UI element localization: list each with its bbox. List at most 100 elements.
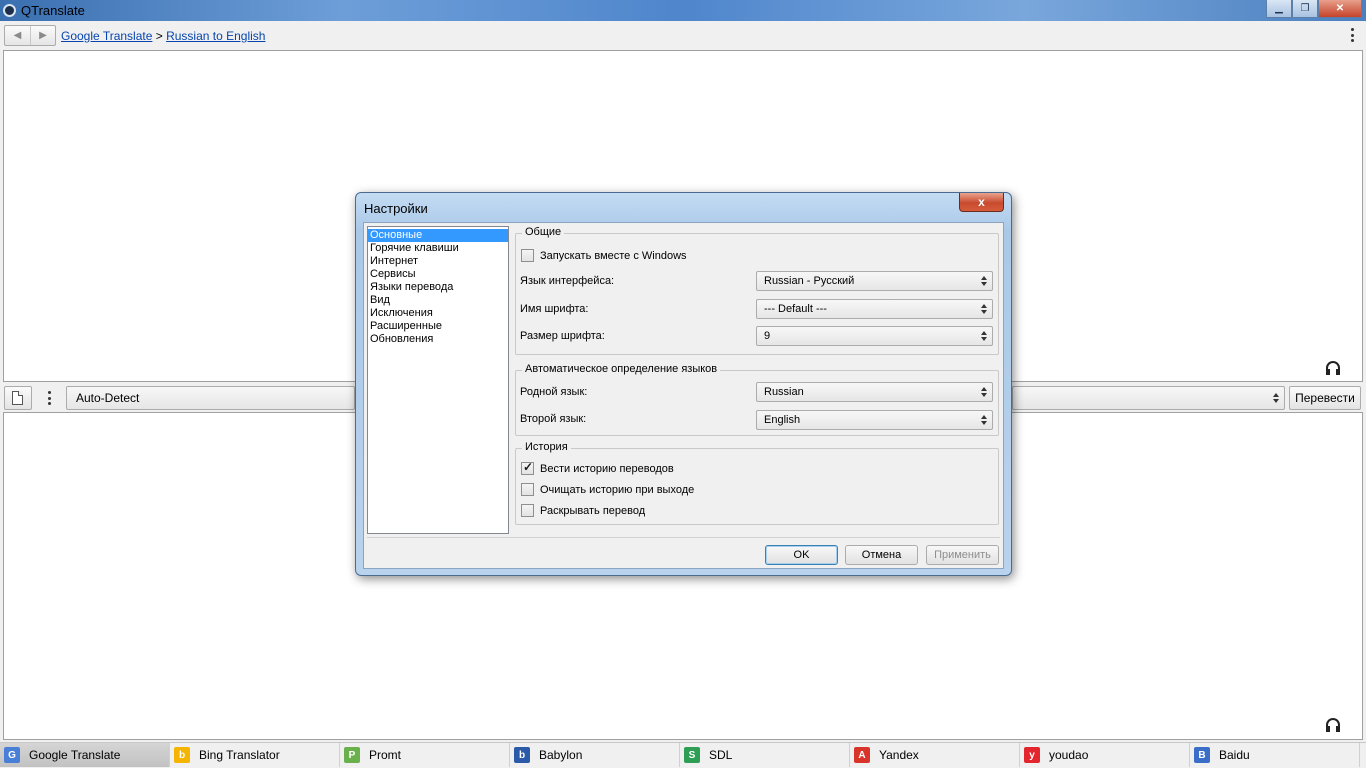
breadcrumb-separator: > [155,29,163,43]
translate-button[interactable]: Перевести [1289,386,1361,410]
clear-history-option[interactable]: Очищать историю при выходе [521,483,694,496]
font-size-select[interactable]: 9 [756,326,993,346]
window-title: QTranslate [21,3,85,18]
service-tab[interactable]: b Bing Translator [170,743,340,767]
new-document-button[interactable] [4,386,32,410]
settings-category-item[interactable]: Интернет [368,255,508,268]
expand-translation-option[interactable]: Раскрывать перевод [521,504,645,517]
native-language-value: Russian [764,386,804,398]
service-tab[interactable]: A Yandex [850,743,1020,767]
target-language-select[interactable] [1012,386,1285,410]
bing-icon: b [174,747,190,763]
autostart-checkbox[interactable] [521,249,534,262]
font-name-select[interactable]: --- Default --- [756,299,993,319]
service-tab-label: Yandex [879,748,919,762]
dot-icon [47,402,51,405]
service-tab-label: Promt [369,748,402,762]
source-language-select[interactable]: Auto-Detect [66,386,355,410]
youdao-icon: y [1024,747,1040,763]
breadcrumb: Google Translate > Russian to English [61,29,265,43]
service-tab-label: Babylon [539,748,583,762]
options-menu-button[interactable] [44,390,54,406]
service-tab[interactable]: P Promt [340,743,510,767]
apply-button[interactable]: Применить [926,545,999,565]
settings-category-item[interactable]: Сервисы [368,268,508,281]
settings-category-item[interactable]: Горячие клавиши [368,242,508,255]
keep-history-option[interactable]: Вести историю переводов [521,460,674,475]
font-size-value: 9 [764,330,771,342]
navigation-bar: ◀ ▶ Google Translate > Russian to Englis… [0,21,1366,49]
spin-arrows-icon [981,331,987,341]
back-button[interactable]: ◀ [5,26,30,45]
forward-button[interactable]: ▶ [30,26,55,45]
dot-icon [47,396,51,400]
breadcrumb-service-link[interactable]: Google Translate [61,29,152,43]
autodetect-legend: Автоматическое определение языков [522,363,721,375]
service-tab-label: Bing Translator [199,748,280,762]
headphones-icon[interactable] [1326,718,1340,732]
service-tab-label: Baidu [1219,748,1250,762]
autostart-option[interactable]: Запускать вместе с Windows [521,249,687,262]
native-language-select[interactable]: Russian [756,382,993,402]
minimize-button[interactable]: ▁ [1266,0,1292,18]
settings-category-item[interactable]: Языки перевода [368,281,508,294]
window-controls: ▁ ❐ ✕ [1266,0,1362,18]
service-tab-label: youdao [1049,748,1089,762]
yandex-icon: A [854,747,870,763]
headphones-icon[interactable] [1326,361,1340,375]
settings-category-item[interactable]: Вид [368,294,508,307]
service-tab[interactable]: y youdao [1020,743,1190,767]
service-tab[interactable]: b Babylon [510,743,680,767]
breadcrumb-direction-link[interactable]: Russian to English [166,29,265,43]
history-group: История Вести историю переводов Очищать … [515,441,999,525]
expand-translation-checkbox[interactable] [521,504,534,517]
second-language-label: Второй язык: [520,413,587,425]
ok-button[interactable]: OK [765,545,838,565]
spin-arrows-icon [981,387,987,397]
history-nav: ◀ ▶ [4,25,56,46]
clear-history-label: Очищать историю при выходе [540,483,695,496]
service-tab[interactable]: S SDL [680,743,850,767]
spin-arrows-icon [981,304,987,314]
title-bar: QTranslate ▁ ❐ ✕ [0,0,1366,21]
second-language-value: English [764,414,801,426]
font-size-label: Размер шрифта: [520,330,605,342]
dialog-body: Основные Горячие клавиши Интернет Сервисы Яз… [363,222,1004,569]
dialog-close-button[interactable]: x [959,193,1004,212]
main-menu-button[interactable] [1347,27,1357,43]
arrow-left-icon: ◀ [13,30,22,41]
services-bar: G Google Translate b Bing Translator P Promt b… [0,742,1366,768]
window-close-button[interactable]: ✕ [1318,0,1362,18]
settings-category-item[interactable]: Исключения [368,307,508,320]
autodetect-group: Автоматическое определение языков Родной… [515,363,999,436]
font-name-value: --- Default --- [764,303,827,315]
service-tab[interactable]: B Baidu [1190,743,1360,767]
spin-arrows-icon [981,415,987,425]
dot-icon [47,391,51,394]
clear-history-checkbox[interactable] [521,483,534,496]
cancel-button[interactable]: Отмена [845,545,918,565]
dot-icon [1350,39,1354,42]
button-separator [367,537,1000,538]
document-icon [12,391,23,405]
ui-language-select[interactable]: Russian - Русский [756,271,993,291]
settings-category-list: Основные Горячие клавиши Интернет Сервисы Яз… [367,226,509,534]
dialog-title: Настройки [364,201,428,216]
ui-language-label: Язык интерфейса: [520,275,615,287]
maximize-button[interactable]: ❐ [1292,0,1318,18]
spin-arrows-icon [1273,393,1279,403]
baidu-icon: B [1194,747,1210,763]
qtranslate-icon [3,4,16,17]
font-name-label: Имя шрифта: [520,303,589,315]
settings-category-item[interactable]: Расширенные [368,320,508,333]
keep-history-label: Вести историю переводов [540,462,674,475]
babylon-icon: b [514,747,530,763]
second-language-select[interactable]: English [756,410,993,430]
keep-history-checkbox[interactable] [521,460,534,475]
dot-icon [1350,28,1354,31]
settings-category-item[interactable]: Обновления [368,333,508,346]
history-legend: История [522,441,571,453]
settings-category-item[interactable]: Основные [368,229,508,242]
service-tab-label: SDL [709,748,733,762]
service-tab[interactable]: G Google Translate [0,743,170,767]
